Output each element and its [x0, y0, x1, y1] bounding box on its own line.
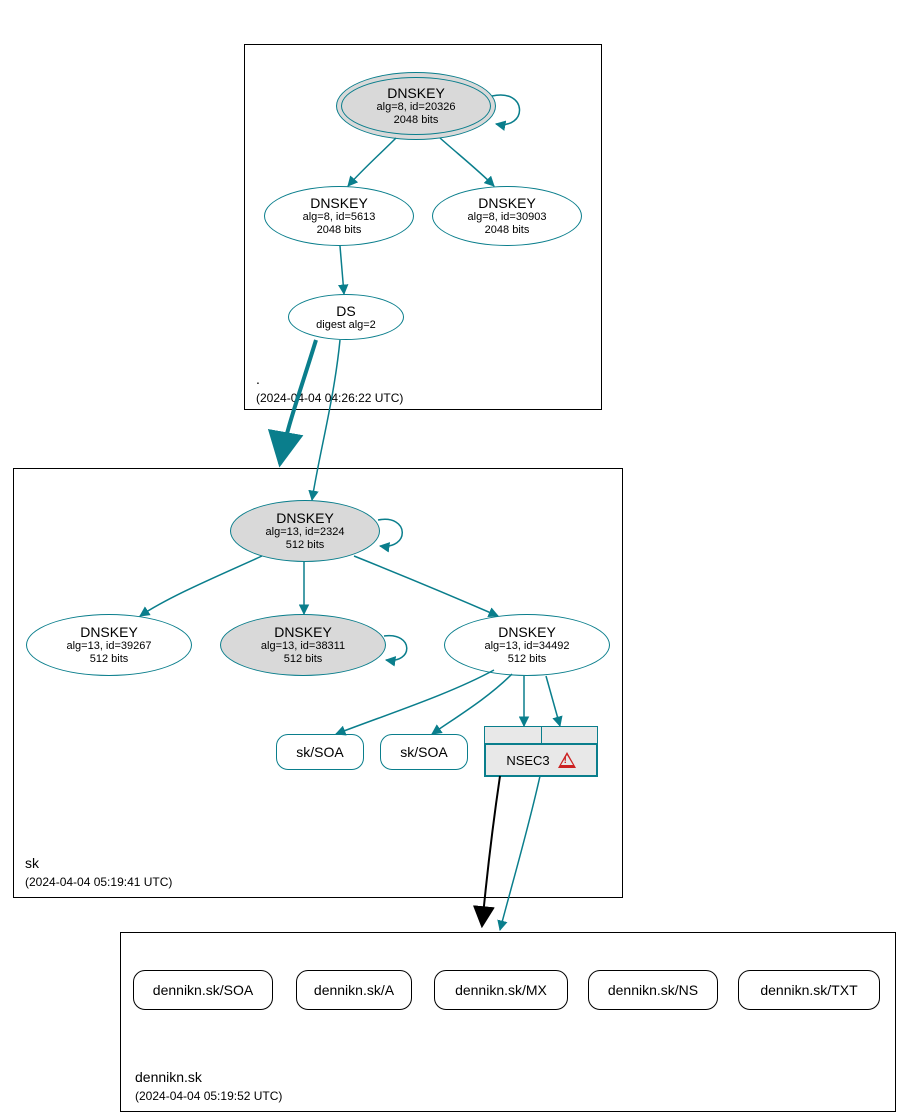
warning-icon: ! [558, 752, 576, 768]
node-sk-c-l2: 512 bits [508, 653, 547, 666]
node-d-mx: dennikn.sk/MX [434, 970, 568, 1010]
node-root-ksk-l1: alg=8, id=20326 [377, 101, 456, 114]
node-sk-a: DNSKEY alg=13, id=39267 512 bits [26, 614, 192, 676]
zone-dom-name: dennikn.sk [135, 1069, 202, 1085]
node-sk-a-l1: alg=13, id=39267 [66, 640, 151, 653]
node-root-zsk2-title: DNSKEY [478, 195, 536, 211]
node-sk-ksk-title: DNSKEY [276, 510, 334, 526]
zone-root-label: . (2024-04-04 04:26:22 UTC) [256, 370, 403, 407]
node-root-ksk: DNSKEY alg=8, id=20326 2048 bits [336, 72, 496, 140]
node-root-zsk2: DNSKEY alg=8, id=30903 2048 bits [432, 186, 582, 246]
node-root-ds: DS digest alg=2 [288, 294, 404, 340]
zone-root-name: . [256, 371, 260, 387]
node-root-zsk2-l1: alg=8, id=30903 [468, 211, 547, 224]
node-sk-ksk: DNSKEY alg=13, id=2324 512 bits [230, 500, 380, 562]
node-root-zsk1-l2: 2048 bits [317, 224, 362, 237]
node-sk-soa1-label: sk/SOA [296, 744, 343, 760]
node-root-ksk-l2: 2048 bits [394, 114, 439, 127]
node-sk-ksk-l1: alg=13, id=2324 [266, 526, 345, 539]
zone-dom-label: dennikn.sk (2024-04-04 05:19:52 UTC) [135, 1068, 282, 1105]
node-root-zsk1-l1: alg=8, id=5613 [303, 211, 376, 224]
node-root-zsk1-title: DNSKEY [310, 195, 368, 211]
node-sk-c-l1: alg=13, id=34492 [484, 640, 569, 653]
node-sk-b: DNSKEY alg=13, id=38311 512 bits [220, 614, 386, 676]
node-d-a-label: dennikn.sk/A [314, 982, 394, 998]
node-root-ds-l1: digest alg=2 [316, 319, 376, 332]
node-sk-soa2: sk/SOA [380, 734, 468, 770]
node-sk-soa2-label: sk/SOA [400, 744, 447, 760]
node-nsec3: NSEC3 ! [484, 726, 598, 777]
node-sk-soa1: sk/SOA [276, 734, 364, 770]
node-sk-b-title: DNSKEY [274, 624, 332, 640]
node-sk-b-l1: alg=13, id=38311 [261, 640, 345, 653]
zone-sk-name: sk [25, 855, 39, 871]
node-sk-a-title: DNSKEY [80, 624, 138, 640]
node-d-mx-label: dennikn.sk/MX [455, 982, 547, 998]
zone-sk-label: sk (2024-04-04 05:19:41 UTC) [25, 854, 172, 891]
node-sk-a-l2: 512 bits [90, 653, 129, 666]
node-nsec3-label: NSEC3 [506, 753, 549, 768]
node-sk-c-title: DNSKEY [498, 624, 556, 640]
node-d-a: dennikn.sk/A [296, 970, 412, 1010]
node-d-txt-label: dennikn.sk/TXT [760, 982, 857, 998]
node-root-ksk-title: DNSKEY [387, 85, 445, 101]
zone-sk-ts: (2024-04-04 05:19:41 UTC) [25, 875, 172, 889]
node-root-ds-title: DS [336, 303, 355, 319]
node-sk-ksk-l2: 512 bits [286, 539, 325, 552]
node-root-zsk1: DNSKEY alg=8, id=5613 2048 bits [264, 186, 414, 246]
zone-root-ts: (2024-04-04 04:26:22 UTC) [256, 391, 403, 405]
zone-dom-ts: (2024-04-04 05:19:52 UTC) [135, 1089, 282, 1103]
node-d-soa: dennikn.sk/SOA [133, 970, 273, 1010]
node-d-txt: dennikn.sk/TXT [738, 970, 880, 1010]
node-root-zsk2-l2: 2048 bits [485, 224, 530, 237]
node-d-ns: dennikn.sk/NS [588, 970, 718, 1010]
node-sk-b-l2: 512 bits [284, 653, 323, 666]
node-d-ns-label: dennikn.sk/NS [608, 982, 698, 998]
node-sk-c: DNSKEY alg=13, id=34492 512 bits [444, 614, 610, 676]
node-d-soa-label: dennikn.sk/SOA [153, 982, 253, 998]
